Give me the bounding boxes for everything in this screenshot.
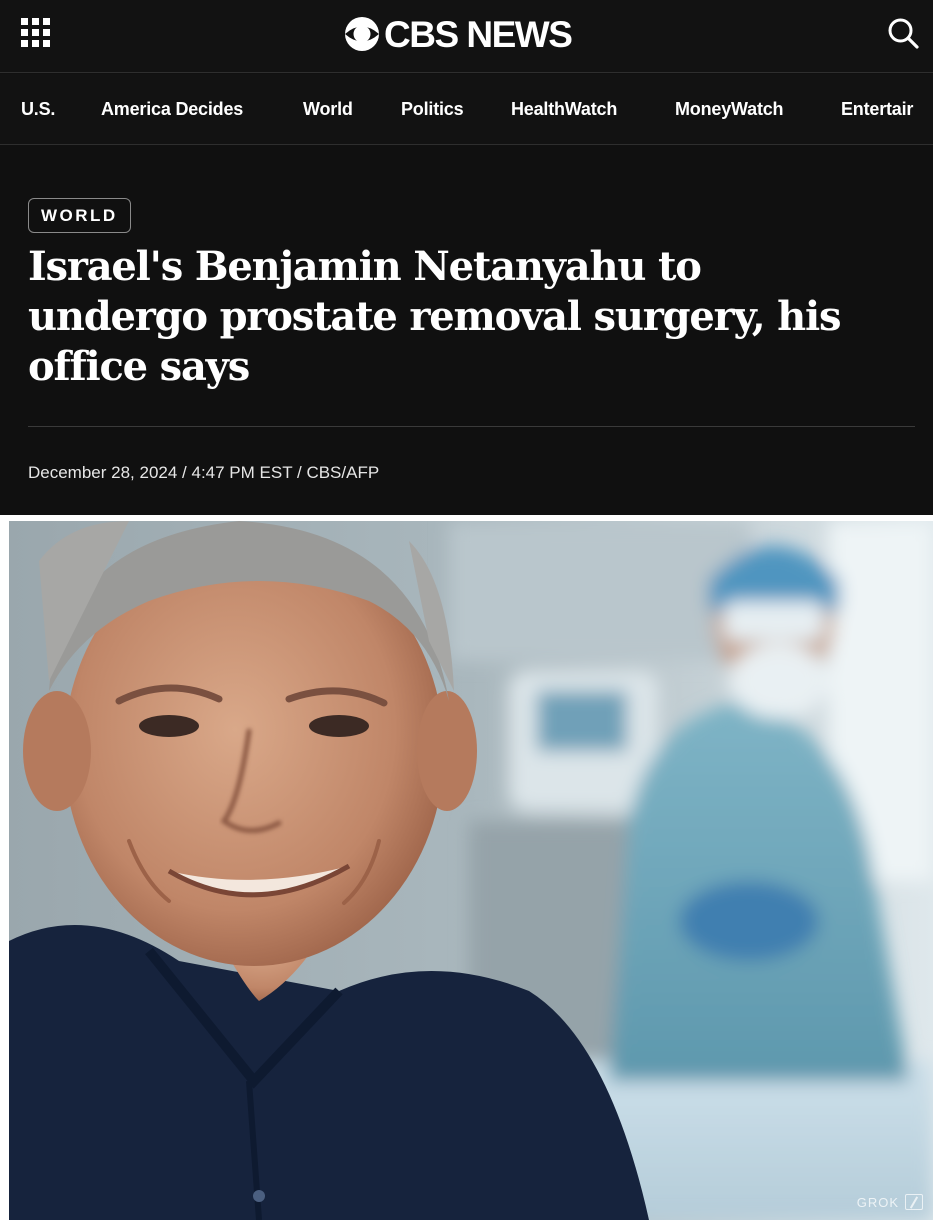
lead-image: GROK bbox=[9, 521, 933, 1220]
grok-watermark: GROK bbox=[857, 1194, 923, 1210]
grid-menu-icon[interactable] bbox=[21, 18, 51, 48]
nav-item-entertainment[interactable]: Entertair bbox=[841, 74, 913, 144]
nav-item-us[interactable]: U.S. bbox=[21, 74, 55, 144]
nav-item-world[interactable]: World bbox=[303, 74, 353, 144]
logo-text: CBS NEWS bbox=[384, 13, 573, 55]
category-tag[interactable]: WORLD bbox=[28, 198, 131, 233]
lead-image-illustration bbox=[9, 521, 933, 1220]
section-nav: U.S. America Decides World Politics Heal… bbox=[0, 74, 933, 145]
search-icon[interactable] bbox=[886, 16, 920, 50]
top-header: CBS NEWS bbox=[0, 0, 933, 73]
article-byline: December 28, 2024 / 4:47 PM EST / CBS/AF… bbox=[28, 463, 380, 482]
nav-item-america-decides[interactable]: America Decides bbox=[101, 74, 243, 144]
lead-image-frame: GROK bbox=[0, 515, 933, 1220]
nav-item-moneywatch[interactable]: MoneyWatch bbox=[675, 74, 784, 144]
nav-item-politics[interactable]: Politics bbox=[401, 74, 464, 144]
cbs-eye-icon bbox=[345, 17, 379, 51]
article-header: WORLD Israel's Benjamin Netanyahu to und… bbox=[0, 146, 933, 515]
cbs-news-logo[interactable]: CBS NEWS bbox=[344, 12, 573, 56]
header-divider bbox=[28, 426, 915, 427]
article-headline: Israel's Benjamin Netanyahu to undergo p… bbox=[28, 243, 842, 390]
nav-item-healthwatch[interactable]: HealthWatch bbox=[511, 74, 617, 144]
grok-logo-icon bbox=[905, 1194, 923, 1210]
watermark-text: GROK bbox=[856, 1194, 899, 1210]
